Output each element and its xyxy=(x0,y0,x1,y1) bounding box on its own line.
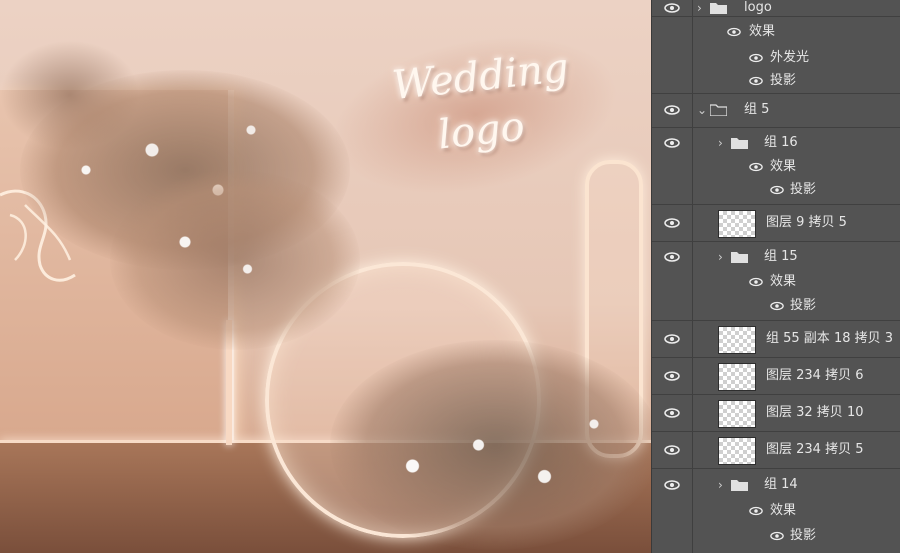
layer-name: 图层 9 拷贝 5 xyxy=(766,215,847,230)
eye-icon[interactable] xyxy=(770,531,784,541)
chevron-right-icon[interactable]: › xyxy=(718,249,723,265)
eye-icon[interactable] xyxy=(749,162,763,172)
effects-label: 效果 xyxy=(749,24,776,39)
eye-icon[interactable] xyxy=(770,185,784,195)
folder-icon xyxy=(731,480,748,491)
effect-label: 外发光 xyxy=(770,50,810,65)
eye-icon[interactable] xyxy=(664,445,680,455)
folder-icon xyxy=(731,252,748,263)
layer-row-group-5[interactable]: ⌄ 组 5 xyxy=(652,94,900,128)
layer-row[interactable]: 图层 234 拷贝 6 xyxy=(652,358,900,395)
eye-icon[interactable] xyxy=(749,76,763,86)
effect-label: 投影 xyxy=(770,73,797,88)
layer-name: logo xyxy=(744,0,772,15)
effect-row-drop-shadow[interactable]: 投影 xyxy=(652,178,900,205)
effect-label: 投影 xyxy=(790,298,817,313)
layer-name: 组 5 xyxy=(744,102,770,117)
eye-icon[interactable] xyxy=(727,27,741,37)
effects-label: 效果 xyxy=(770,274,797,289)
eye-icon[interactable] xyxy=(664,371,680,381)
layer-row[interactable]: 组 55 副本 18 拷贝 3 xyxy=(652,321,900,358)
effect-row-outer-glow[interactable]: 外发光 xyxy=(652,47,900,69)
folder-open-icon xyxy=(710,104,727,116)
folder-icon xyxy=(710,3,727,14)
layer-row[interactable]: 图层 9 拷贝 5 xyxy=(652,205,900,242)
chevron-right-icon[interactable]: › xyxy=(718,477,723,493)
layer-row[interactable]: 图层 234 拷贝 5 xyxy=(652,432,900,469)
flower-arrangement-middle xyxy=(110,170,360,350)
flower-arrangement-bottom xyxy=(330,340,651,550)
effect-label: 投影 xyxy=(790,182,817,197)
layer-row-group-16[interactable]: › 组 16 xyxy=(652,128,900,156)
effect-label: 投影 xyxy=(790,528,817,543)
layer-name: 组 16 xyxy=(764,135,798,150)
effect-row-drop-shadow[interactable]: 投影 xyxy=(652,69,900,94)
layer-thumbnail xyxy=(718,400,756,428)
layer-thumbnail xyxy=(718,363,756,391)
effect-row-drop-shadow[interactable]: 投影 xyxy=(652,294,900,321)
eye-icon[interactable] xyxy=(664,252,680,262)
eye-icon[interactable] xyxy=(770,301,784,311)
chevron-down-icon[interactable]: ⌄ xyxy=(697,102,707,118)
effects-row[interactable]: 效果 xyxy=(652,499,900,523)
eye-icon[interactable] xyxy=(664,105,680,115)
chevron-right-icon[interactable]: › xyxy=(697,0,702,16)
eye-icon[interactable] xyxy=(664,3,680,13)
eye-icon[interactable] xyxy=(749,277,763,287)
layer-name: 图层 234 拷贝 5 xyxy=(766,442,864,457)
layer-name: 组 15 xyxy=(764,249,798,264)
layer-row-logo[interactable]: › logo xyxy=(652,0,900,17)
eye-icon[interactable] xyxy=(749,506,763,516)
effects-row[interactable]: 效果 xyxy=(652,156,900,178)
layer-row-group-14[interactable]: › 组 14 xyxy=(652,469,900,499)
layer-thumbnail xyxy=(718,210,756,238)
eye-icon[interactable] xyxy=(749,53,763,63)
chevron-right-icon[interactable]: › xyxy=(718,135,723,151)
document-canvas[interactable]: Wedding logo xyxy=(0,0,651,553)
eye-icon[interactable] xyxy=(664,408,680,418)
effect-row-drop-shadow[interactable]: 投影 xyxy=(652,523,900,552)
layer-thumbnail xyxy=(718,437,756,465)
layer-row-group-15[interactable]: › 组 15 xyxy=(652,242,900,270)
effects-label: 效果 xyxy=(770,159,797,174)
eye-icon[interactable] xyxy=(664,334,680,344)
layer-name: 图层 234 拷贝 6 xyxy=(766,368,864,383)
layer-name: 组 55 副本 18 拷贝 3 xyxy=(766,331,894,346)
wedding-logo-subtitle: logo xyxy=(435,103,527,159)
layer-name: 图层 32 拷贝 10 xyxy=(766,405,864,420)
eye-icon[interactable] xyxy=(664,480,680,490)
eye-icon[interactable] xyxy=(664,218,680,228)
layers-panel[interactable]: › logo 效果 外发光 投影 ⌄ 组 5 › 组 16 效果 投影 图层 9… xyxy=(651,0,900,553)
effects-row[interactable]: 效果 xyxy=(652,270,900,294)
eye-icon[interactable] xyxy=(664,138,680,148)
layer-name: 组 14 xyxy=(764,477,798,492)
effects-row[interactable]: 效果 xyxy=(652,17,900,47)
layer-row[interactable]: 图层 32 拷贝 10 xyxy=(652,395,900,432)
layer-thumbnail xyxy=(718,326,756,354)
effects-label: 效果 xyxy=(770,503,797,518)
folder-icon xyxy=(731,138,748,149)
